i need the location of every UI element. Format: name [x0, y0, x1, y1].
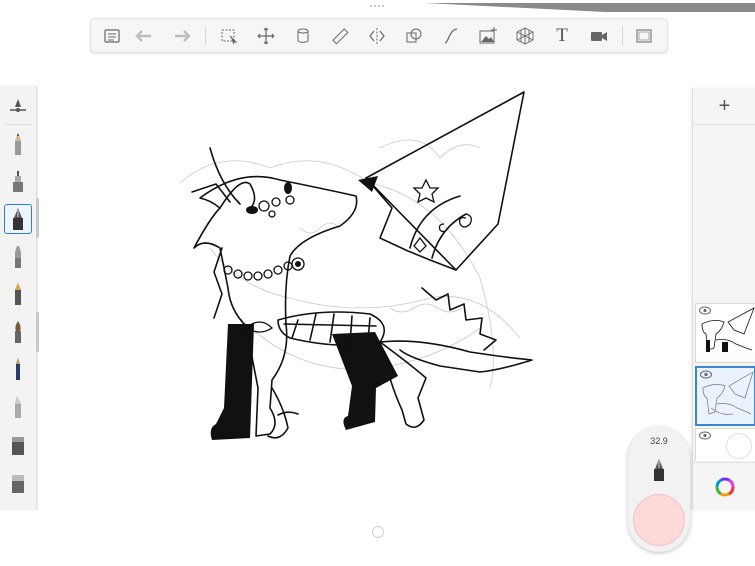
corner-tab	[425, 0, 755, 12]
paintbrush-icon[interactable]	[4, 317, 32, 347]
curve-icon[interactable]	[437, 22, 465, 49]
undo-icon[interactable]	[130, 22, 158, 49]
selection-icon[interactable]	[215, 22, 243, 49]
eraser-icon[interactable]	[4, 467, 32, 497]
background-color-swatch[interactable]	[726, 433, 752, 459]
color-wheel-button[interactable]	[693, 462, 755, 511]
symmetry-icon[interactable]	[363, 22, 391, 49]
layer-visibility-eye-icon[interactable]	[700, 370, 712, 379]
fill-icon[interactable]	[289, 22, 317, 49]
layer-thumbnail-2[interactable]	[695, 366, 755, 426]
layer-thumbnail-1[interactable]	[695, 303, 755, 363]
transform-icon[interactable]	[252, 22, 280, 49]
brush-puck[interactable]: 32.9	[628, 427, 690, 552]
smudge-icon[interactable]	[4, 429, 32, 459]
perspective-icon[interactable]	[511, 22, 539, 49]
canvas-artwork[interactable]	[180, 88, 540, 448]
layer-visibility-eye-icon[interactable]	[699, 431, 711, 440]
brush-settings-icon[interactable]	[4, 91, 32, 121]
toolbar-grip[interactable]	[370, 5, 384, 9]
record-icon[interactable]	[585, 22, 613, 49]
layer-visibility-eye-icon[interactable]	[699, 306, 711, 315]
airbrush-icon[interactable]	[4, 166, 32, 196]
marker-icon[interactable]	[4, 242, 32, 272]
inking-pen-icon[interactable]	[4, 204, 32, 234]
brush-size-readout[interactable]: 32.9	[628, 436, 690, 446]
ballpoint-pen-icon[interactable]	[4, 354, 32, 384]
palette-handle[interactable]	[36, 198, 39, 238]
brush-palette	[0, 86, 37, 510]
canvas-handle[interactable]	[372, 526, 384, 538]
fullscreen-icon[interactable]	[630, 22, 658, 49]
current-brush-icon	[654, 459, 664, 481]
background-layer[interactable]	[695, 428, 755, 461]
ruler-icon[interactable]	[326, 22, 354, 49]
text-icon[interactable]: T	[548, 22, 576, 49]
import-image-icon[interactable]	[474, 22, 502, 49]
redo-icon[interactable]	[168, 22, 196, 49]
shapes-icon[interactable]	[400, 22, 428, 49]
chisel-icon[interactable]	[4, 392, 32, 422]
layers-list-icon[interactable]	[98, 22, 126, 49]
add-layer-button[interactable]: +	[693, 88, 755, 125]
pencil-icon[interactable]	[4, 129, 32, 159]
plus-icon: +	[718, 94, 731, 117]
layers-panel: +	[692, 88, 755, 510]
palette-handle[interactable]	[36, 312, 39, 352]
current-color-swatch[interactable]	[633, 494, 685, 546]
top-toolbar: T	[90, 18, 668, 53]
color-wheel-icon	[715, 477, 734, 497]
fountain-pen-icon[interactable]	[4, 279, 32, 309]
